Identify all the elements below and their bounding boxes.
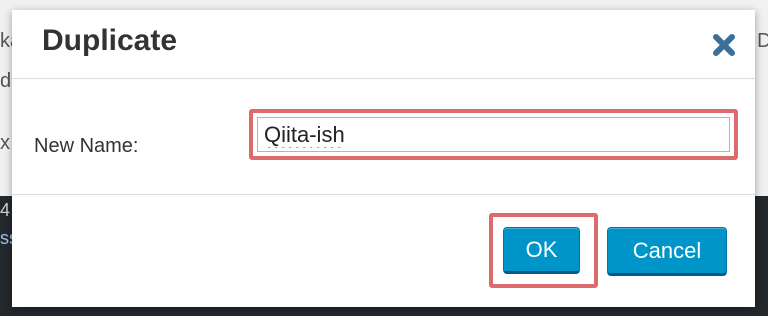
close-button[interactable] bbox=[709, 30, 739, 60]
background-text: D bbox=[757, 30, 768, 52]
dialog-body: New Name: bbox=[12, 79, 755, 195]
close-x-icon bbox=[713, 34, 735, 56]
background-text: 4 bbox=[0, 200, 11, 220]
dialog-footer: OK Cancel bbox=[12, 195, 755, 307]
dialog-title: Duplicate bbox=[42, 24, 178, 57]
cancel-button[interactable]: Cancel bbox=[607, 227, 727, 276]
input-highlight-box bbox=[249, 109, 738, 160]
dialog-header: Duplicate bbox=[12, 10, 755, 79]
ok-button[interactable]: OK bbox=[503, 227, 580, 274]
ok-highlight-box: OK bbox=[489, 213, 598, 288]
background-text: x bbox=[0, 132, 10, 154]
new-name-input[interactable] bbox=[257, 117, 730, 152]
duplicate-dialog: Duplicate New Name: OK Cancel bbox=[12, 10, 755, 307]
new-name-label: New Name: bbox=[34, 135, 139, 157]
